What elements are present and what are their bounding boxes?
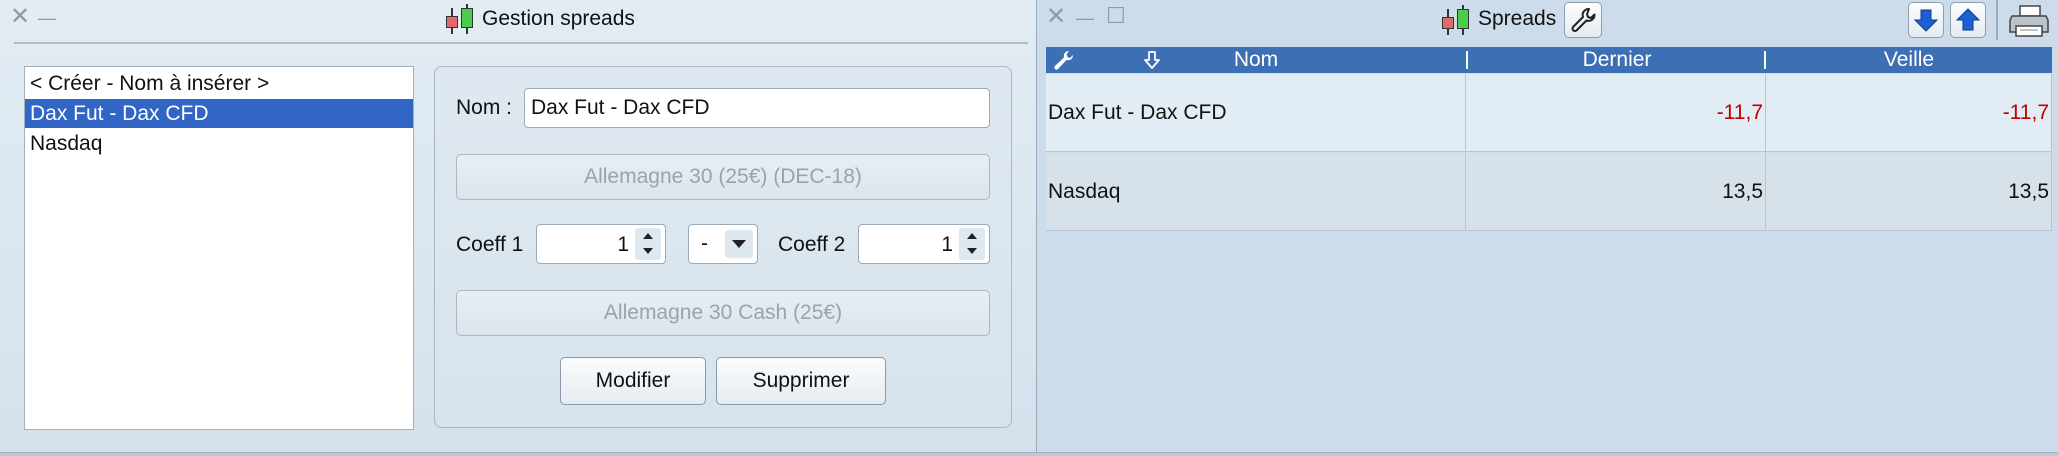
cell-veille-text: 13,5 — [2008, 180, 2049, 203]
minimize-button[interactable]: — — [38, 6, 56, 30]
name-field[interactable]: Dax Fut - Dax CFD — [524, 88, 990, 128]
list-item-dax[interactable]: Dax Fut - Dax CFD — [25, 99, 413, 128]
window-title: Spreads — [1478, 7, 1557, 30]
coeff1-spinner[interactable]: 1 — [536, 224, 666, 264]
spinner-arrows[interactable] — [635, 228, 661, 260]
chevron-down-icon[interactable] — [725, 230, 753, 258]
increment-icon[interactable] — [967, 233, 977, 239]
delete-button[interactable]: Supprimer — [716, 357, 886, 405]
spinner-arrows[interactable] — [959, 228, 985, 260]
instrument1-button[interactable]: Allemagne 30 (25€) (DEC-18) — [456, 154, 990, 200]
table-row[interactable]: Dax Fut - Dax CFD -11,7 -11,7 — [1046, 74, 2052, 152]
increment-icon[interactable] — [643, 233, 653, 239]
coeff1-label: Coeff 1 — [456, 233, 524, 256]
list-item-nasdaq[interactable]: Nasdaq — [25, 129, 413, 158]
table-row[interactable]: Nasdaq 13,5 13,5 — [1046, 153, 2052, 231]
move-down-button[interactable] — [1908, 2, 1944, 38]
wrench-icon — [1571, 8, 1596, 32]
window-title: Gestion spreads — [482, 7, 635, 30]
column-header-nom[interactable]: Nom — [1046, 47, 1466, 73]
arrow-down-icon — [1913, 9, 1939, 32]
list-item-create[interactable]: < Créer - Nom à insérer > — [25, 69, 413, 98]
spread-list[interactable]: < Créer - Nom à insérer > Dax Fut - Dax … — [24, 66, 414, 430]
decrement-icon[interactable] — [643, 248, 653, 254]
cell-dernier-text: -11,7 — [1716, 101, 1763, 124]
close-button[interactable]: ✕ — [1046, 5, 1066, 29]
maximize-button[interactable]: ☐ — [1106, 4, 1126, 28]
column-header-dernier[interactable]: Dernier — [1468, 47, 1766, 73]
operator-value: - — [701, 232, 708, 255]
table-header: Nom Dernier Veille — [1046, 47, 2052, 73]
cell-dernier-text: 13,5 — [1722, 180, 1763, 203]
column-header-veille[interactable]: Veille — [1766, 47, 2052, 73]
modify-button[interactable]: Modifier — [560, 357, 706, 405]
instrument2-button[interactable]: Allemagne 30 Cash (25€) — [456, 290, 990, 336]
cell-dernier: -11,7 — [1466, 74, 1766, 151]
settings-button[interactable] — [1564, 2, 1602, 38]
cell-veille: -11,7 — [1766, 74, 2052, 151]
move-up-button[interactable] — [1950, 2, 1986, 38]
name-label: Nom : — [456, 96, 513, 119]
close-button[interactable]: ✕ — [10, 5, 30, 29]
candlestick-icon — [444, 4, 476, 36]
cell-nom: Dax Fut - Dax CFD — [1046, 74, 1466, 151]
status-strip — [0, 452, 2058, 456]
cell-nom-text: Dax Fut - Dax CFD — [1048, 101, 1227, 124]
printer-icon — [2009, 5, 2049, 37]
coeff2-spinner[interactable]: 1 — [858, 224, 990, 264]
decrement-icon[interactable] — [967, 248, 977, 254]
cell-nom: Nasdaq — [1046, 153, 1466, 230]
candlestick-icon — [1440, 5, 1472, 37]
cell-veille-text: -11,7 — [2002, 101, 2049, 124]
coeff2-label: Coeff 2 — [778, 233, 846, 256]
operator-select[interactable]: - — [688, 224, 758, 264]
minimize-button[interactable]: — — [1076, 6, 1094, 30]
coeff2-value: 1 — [941, 233, 953, 256]
cell-veille: 13,5 — [1766, 153, 2052, 230]
print-button[interactable] — [2006, 4, 2050, 38]
arrow-up-icon — [1955, 8, 1981, 31]
coeff1-value: 1 — [617, 233, 629, 256]
toolbar-separator — [1996, 0, 1998, 40]
cell-nom-text: Nasdaq — [1048, 180, 1121, 203]
cell-dernier: 13,5 — [1466, 153, 1766, 230]
title-divider — [14, 42, 1028, 44]
